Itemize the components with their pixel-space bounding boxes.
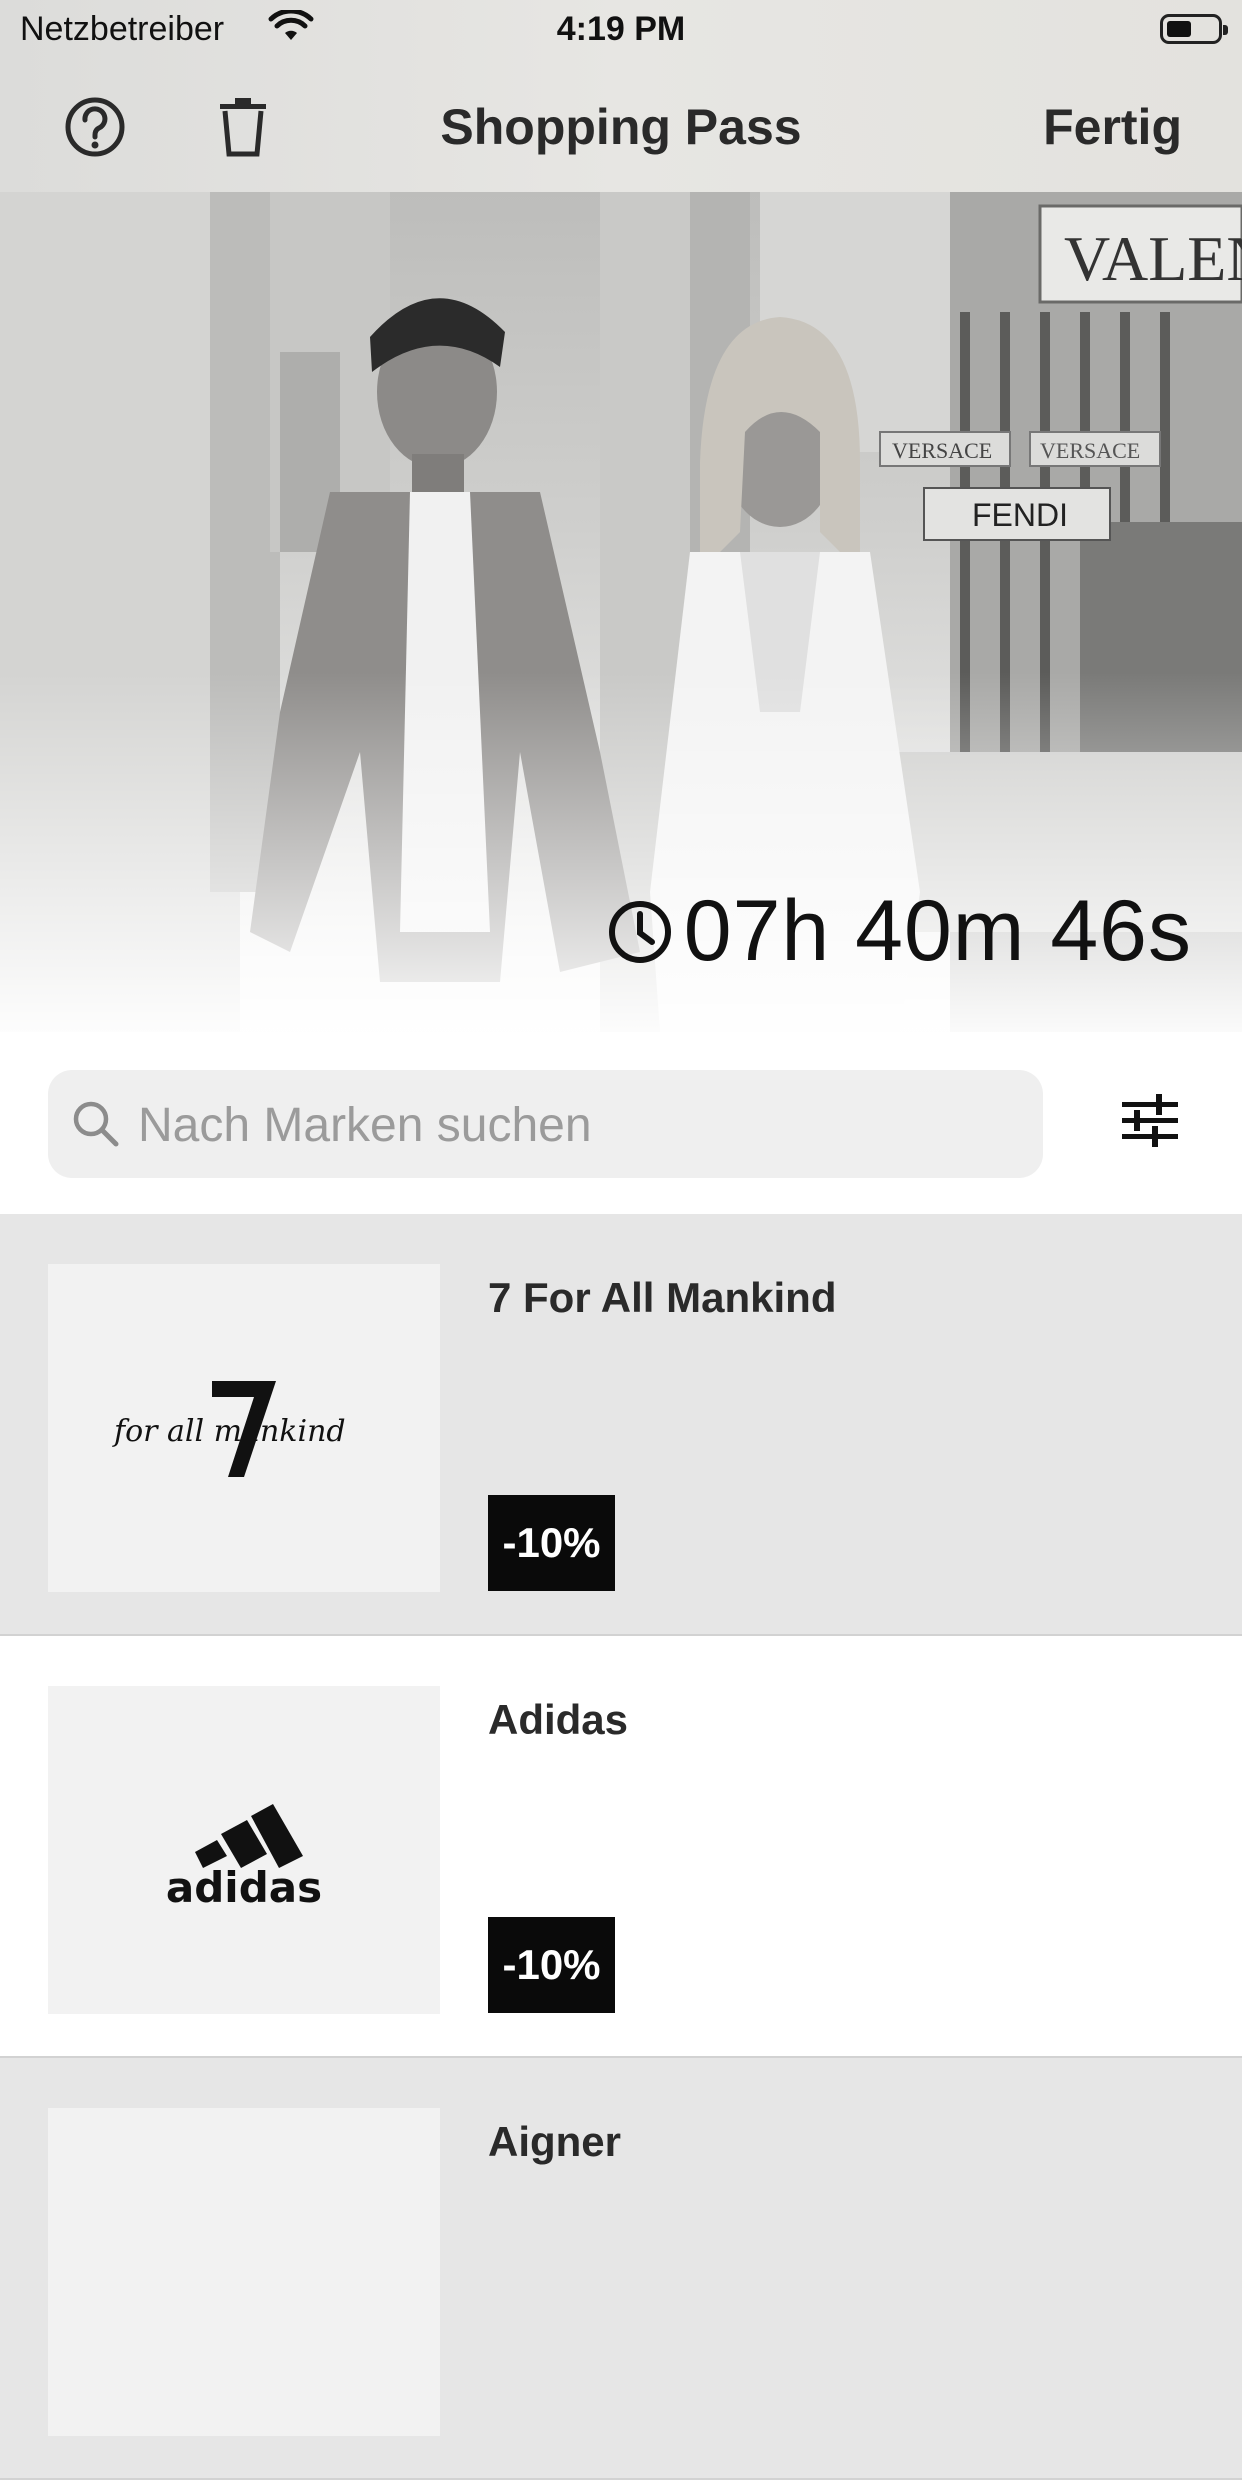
- adidas-logo: adidas: [166, 1804, 322, 1910]
- brand-name: Aigner: [488, 2118, 622, 2165]
- brand-logo: adidas: [48, 1686, 440, 2014]
- search-bar: [0, 1032, 1242, 1214]
- brand-logo: for all mankind: [48, 1264, 440, 1592]
- status-bar: Netzbetreiber 4:19 PM: [0, 0, 1242, 62]
- countdown-value: 07h 40m 46s: [683, 883, 1192, 979]
- svg-text:VALEN: VALEN: [1064, 223, 1242, 294]
- navigation-bar: Shopping Pass Fertig: [0, 62, 1242, 192]
- discount-badge: -10%: [488, 1917, 615, 2013]
- done-button[interactable]: Fertig: [1043, 98, 1182, 156]
- seven-for-all-mankind-logo: for all mankind: [112, 1381, 346, 1477]
- search-field[interactable]: [48, 1070, 1043, 1180]
- hero-image: VALEN VERSACE VERSACE FENDI 07h: [0, 192, 1242, 1032]
- brand-name: 7 For All Mankind: [488, 1274, 837, 1321]
- svg-text:adidas: adidas: [166, 1863, 322, 1910]
- list-item[interactable]: Aigner: [0, 2058, 1242, 2480]
- status-time: 4:19 PM: [556, 10, 686, 48]
- sliders-icon: [1122, 1094, 1178, 1147]
- brand-list: for all mankind 7 For All Mankind -10% a…: [0, 1214, 1242, 2480]
- svg-text:for all mankind: for all mankind: [112, 1414, 346, 1449]
- filter-button[interactable]: [1120, 1092, 1190, 1158]
- svg-text:VERSACE: VERSACE: [892, 438, 992, 463]
- battery-icon: [1160, 14, 1228, 44]
- search-icon: [73, 1101, 119, 1147]
- discount-badge: -10%: [488, 1495, 615, 1591]
- svg-text:VERSACE: VERSACE: [1040, 438, 1140, 463]
- clock-icon: [608, 900, 671, 963]
- svg-text:FENDI: FENDI: [972, 497, 1068, 533]
- countdown-timer: 07h 40m 46s: [606, 882, 1192, 981]
- brand-name: Adidas: [488, 1696, 629, 1743]
- search-input[interactable]: [136, 1070, 1020, 1180]
- list-item[interactable]: adidas Adidas -10%: [0, 1636, 1242, 2058]
- list-item[interactable]: for all mankind 7 For All Mankind -10%: [0, 1214, 1242, 1636]
- brand-logo: [48, 2108, 440, 2436]
